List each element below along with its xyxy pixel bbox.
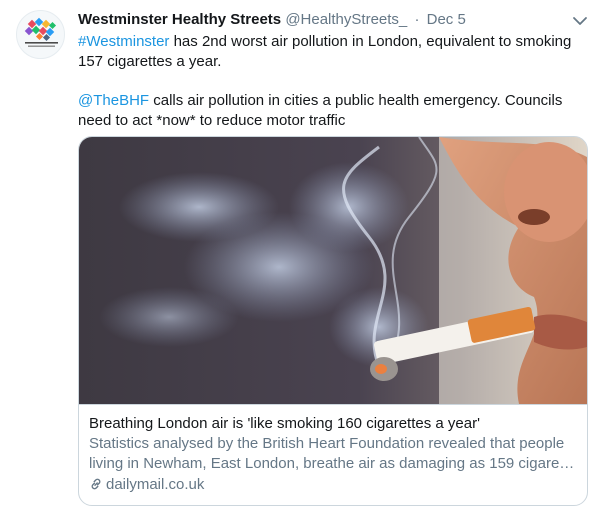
avatar[interactable]	[16, 10, 65, 59]
card-description-line-2: living in Newham, East London, breathe a…	[89, 455, 577, 472]
paragraph-2-text: calls air pollution in cities a public h…	[78, 92, 563, 129]
card-description: Statistics analysed by the British Heart…	[89, 434, 577, 474]
card-body[interactable]: Breathing London air is 'like smoking 16…	[79, 404, 587, 505]
hashtag-link[interactable]: #Westminster	[78, 33, 169, 50]
tweet-text-paragraph-1: #Westminster has 2nd worst air pollution…	[78, 32, 583, 72]
separator-dot: ·	[414, 11, 420, 28]
card-domain[interactable]: dailymail.co.uk	[89, 475, 577, 495]
tweet-date[interactable]: Dec 5	[427, 11, 466, 28]
chevron-down-icon[interactable]	[571, 14, 589, 28]
card-image[interactable]	[79, 137, 587, 404]
tweet-text-paragraph-2: @TheBHF calls air pollution in cities a …	[78, 91, 583, 131]
mention-link[interactable]: @TheBHF	[78, 92, 149, 109]
tweet-header: Westminster Healthy Streets @HealthyStre…	[78, 10, 588, 32]
link-preview-card[interactable]: Breathing London air is 'like smoking 16…	[78, 136, 588, 506]
author-name[interactable]: Westminster Healthy Streets	[78, 11, 281, 28]
card-domain-text: dailymail.co.uk	[106, 476, 205, 493]
tweet[interactable]: Westminster Healthy Streets @HealthyStre…	[0, 0, 603, 512]
author-handle[interactable]: @HealthyStreets_	[285, 11, 407, 28]
link-icon	[89, 477, 103, 491]
card-title[interactable]: Breathing London air is 'like smoking 16…	[89, 414, 577, 434]
westminster-healthy-streets-logo	[24, 17, 58, 47]
card-description-line-1: Statistics analysed by the British Heart…	[89, 435, 565, 452]
